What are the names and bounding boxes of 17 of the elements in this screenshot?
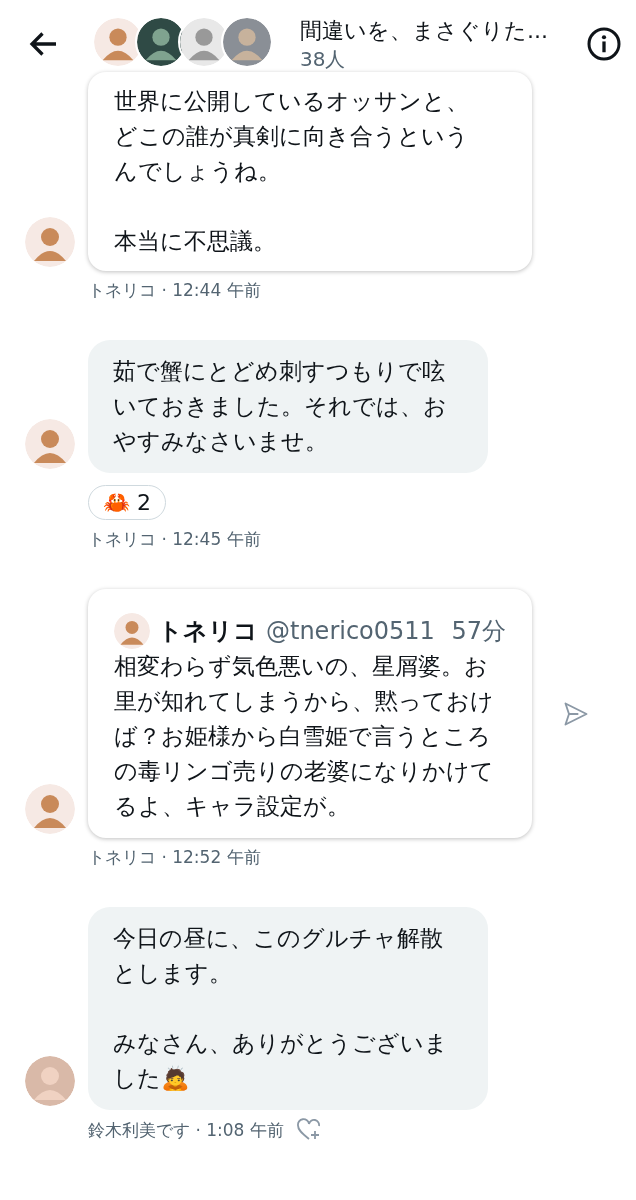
tweet-handle: @tnerico0511: [266, 617, 435, 645]
tweet-card[interactable]: トネリコ @tnerico0511 57分 相変わらず気色悪いの、星屑婆。お里が知れてしまうから、黙っておけば？お姫様から白雪姫で言うところの毒リンゴ売りの老婆になりかけてるよ、キャラ設定が。: [88, 589, 532, 838]
message-meta: 鈴木利美です · 1:08 午前: [88, 1118, 284, 1142]
member-count: 38人: [300, 45, 347, 73]
group-title: 間違いを、まさぐりた...: [300, 16, 548, 45]
tweet-time: 57分: [451, 616, 506, 647]
message-text: 茹で蟹にとどめ刺すつもりで呟いておきました。それでは、おやすみなさいませ。: [113, 357, 448, 456]
message-text: 本当に不思議。: [114, 227, 277, 256]
message-meta: トネリコ · 12:45 午前: [88, 528, 261, 551]
message-text: 今日の昼に、このグルチャ解散とします。: [113, 924, 444, 988]
message-meta: トネリコ · 12:52 午前: [88, 846, 261, 869]
message-meta: トネリコ · 12:44 午前: [88, 279, 261, 302]
tweet-author: トネリコ: [158, 616, 258, 647]
reaction-chip[interactable]: 🦀 2: [88, 485, 166, 520]
message-text: みなさん、ありがとうございました🙇: [113, 1029, 449, 1093]
tweet-text: 相変わらず気色悪いの、星屑婆。お里が知れてしまうから、黙っておけば？お姫様から白雪姫で言うところの毒リンゴ売りの老婆になりかけてるよ、キャラ設定が。: [114, 652, 495, 821]
message-text: 世界に公開しているオッサンと、どこの誰が真剣に向き合うというんでしょうね。: [114, 87, 470, 186]
